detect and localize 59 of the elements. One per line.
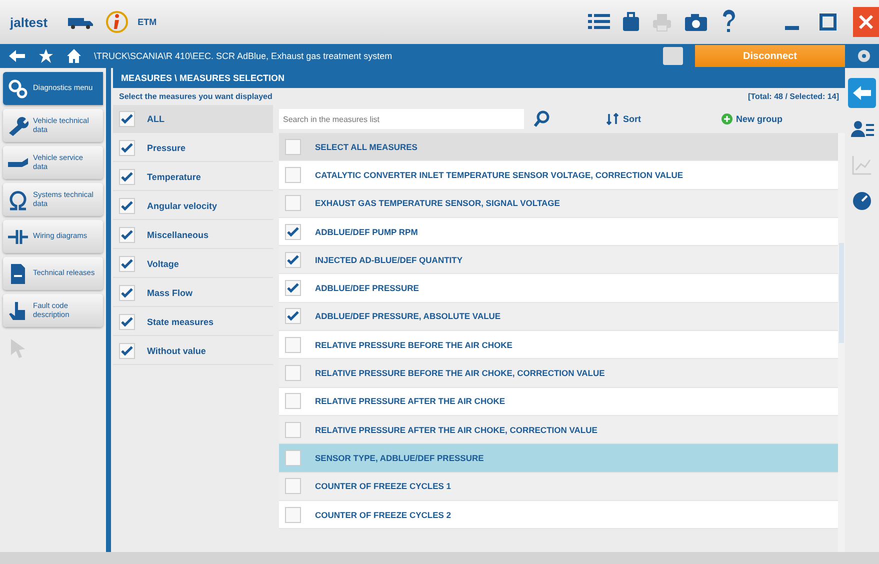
panel-title: MEASURES \ MEASURES SELECTION [113, 68, 845, 88]
checkbox[interactable] [285, 422, 301, 438]
wrench-icon [7, 114, 29, 136]
checkbox[interactable] [285, 224, 301, 240]
camera-icon[interactable] [683, 11, 709, 33]
plus-icon [721, 113, 733, 125]
close-icon[interactable] [853, 7, 879, 37]
new-group-button[interactable]: New group [715, 112, 788, 126]
checkbox[interactable] [285, 166, 301, 183]
breadcrumb: \TRUCK\SCANIA\R 410\EEC. SCR AdBlue, Exhaust gas treatment system [94, 51, 392, 61]
search-field[interactable]: Search in the measures list [279, 109, 524, 129]
measure-row[interactable]: RELATIVE PRESSURE AFTER THE AIR CHOKE [279, 388, 838, 416]
star-icon[interactable] [38, 48, 54, 64]
sort-icon [606, 113, 620, 125]
checkbox[interactable] [119, 314, 135, 330]
checkbox[interactable] [119, 168, 135, 184]
checkbox[interactable] [285, 138, 301, 155]
select-all-row[interactable]: SELECT ALL MEASURES [279, 133, 838, 162]
checkbox[interactable] [285, 450, 301, 466]
checkbox[interactable] [285, 252, 301, 268]
instruction-text: Select the measures you want displayed [119, 92, 272, 101]
omega-icon [7, 188, 29, 210]
gear-icon[interactable] [857, 49, 871, 63]
app-logo: jaltest [10, 14, 48, 30]
measure-row[interactable]: ADBLUE/DEF PRESSURE [279, 274, 838, 303]
back-icon[interactable] [848, 78, 876, 108]
checkbox[interactable] [119, 284, 135, 300]
checkbox[interactable] [285, 506, 301, 522]
measure-row[interactable]: COUNTER OF FREEZE CYCLES 1 [279, 472, 838, 501]
briefcase-icon[interactable] [621, 11, 641, 33]
checkbox[interactable] [119, 256, 135, 272]
circles-icon [7, 78, 29, 100]
home-icon[interactable] [66, 48, 82, 64]
checkbox[interactable] [285, 195, 301, 212]
totals-text: [Total: 48 / Selected: 14] [748, 92, 839, 101]
checkbox[interactable] [119, 226, 135, 242]
checkbox[interactable] [119, 342, 135, 358]
measure-row[interactable]: SENSOR TYPE, ADBLUE/DEF PRESSURE [279, 444, 838, 473]
measure-row[interactable]: RELATIVE PRESSURE BEFORE THE AIR CHOKE [279, 331, 838, 360]
scrollbar[interactable] [838, 133, 845, 552]
measure-row[interactable]: EXHAUST GAS TEMPERATURE SENSOR, SIGNAL VOLTAGE [279, 190, 838, 218]
measure-row[interactable]: COUNTER OF FREEZE CYCLES 2 [279, 500, 838, 530]
checkbox[interactable] [285, 308, 301, 324]
checkbox[interactable] [285, 393, 301, 410]
category-item[interactable]: ALL [113, 105, 273, 133]
search-icon[interactable] [532, 109, 552, 129]
sort-button[interactable]: Sort [600, 112, 647, 126]
info-icon[interactable] [106, 9, 128, 35]
back-icon[interactable] [8, 49, 26, 63]
checkbox[interactable] [285, 336, 301, 353]
checkbox[interactable] [285, 478, 301, 494]
checkbox[interactable] [285, 365, 301, 382]
checkbox[interactable] [285, 280, 301, 296]
measure-row[interactable]: CATALYTIC CONVERTER INLET TEMPERATURE SENSOR VOLTAGE, CORRECTION VALUE [279, 161, 838, 190]
checkbox[interactable] [119, 198, 135, 214]
measure-row[interactable]: ADBLUE/DEF PUMP RPM [279, 218, 838, 246]
checkbox[interactable] [119, 140, 135, 156]
etm-button[interactable]: ETM [138, 17, 157, 27]
checkbox[interactable] [119, 110, 135, 126]
